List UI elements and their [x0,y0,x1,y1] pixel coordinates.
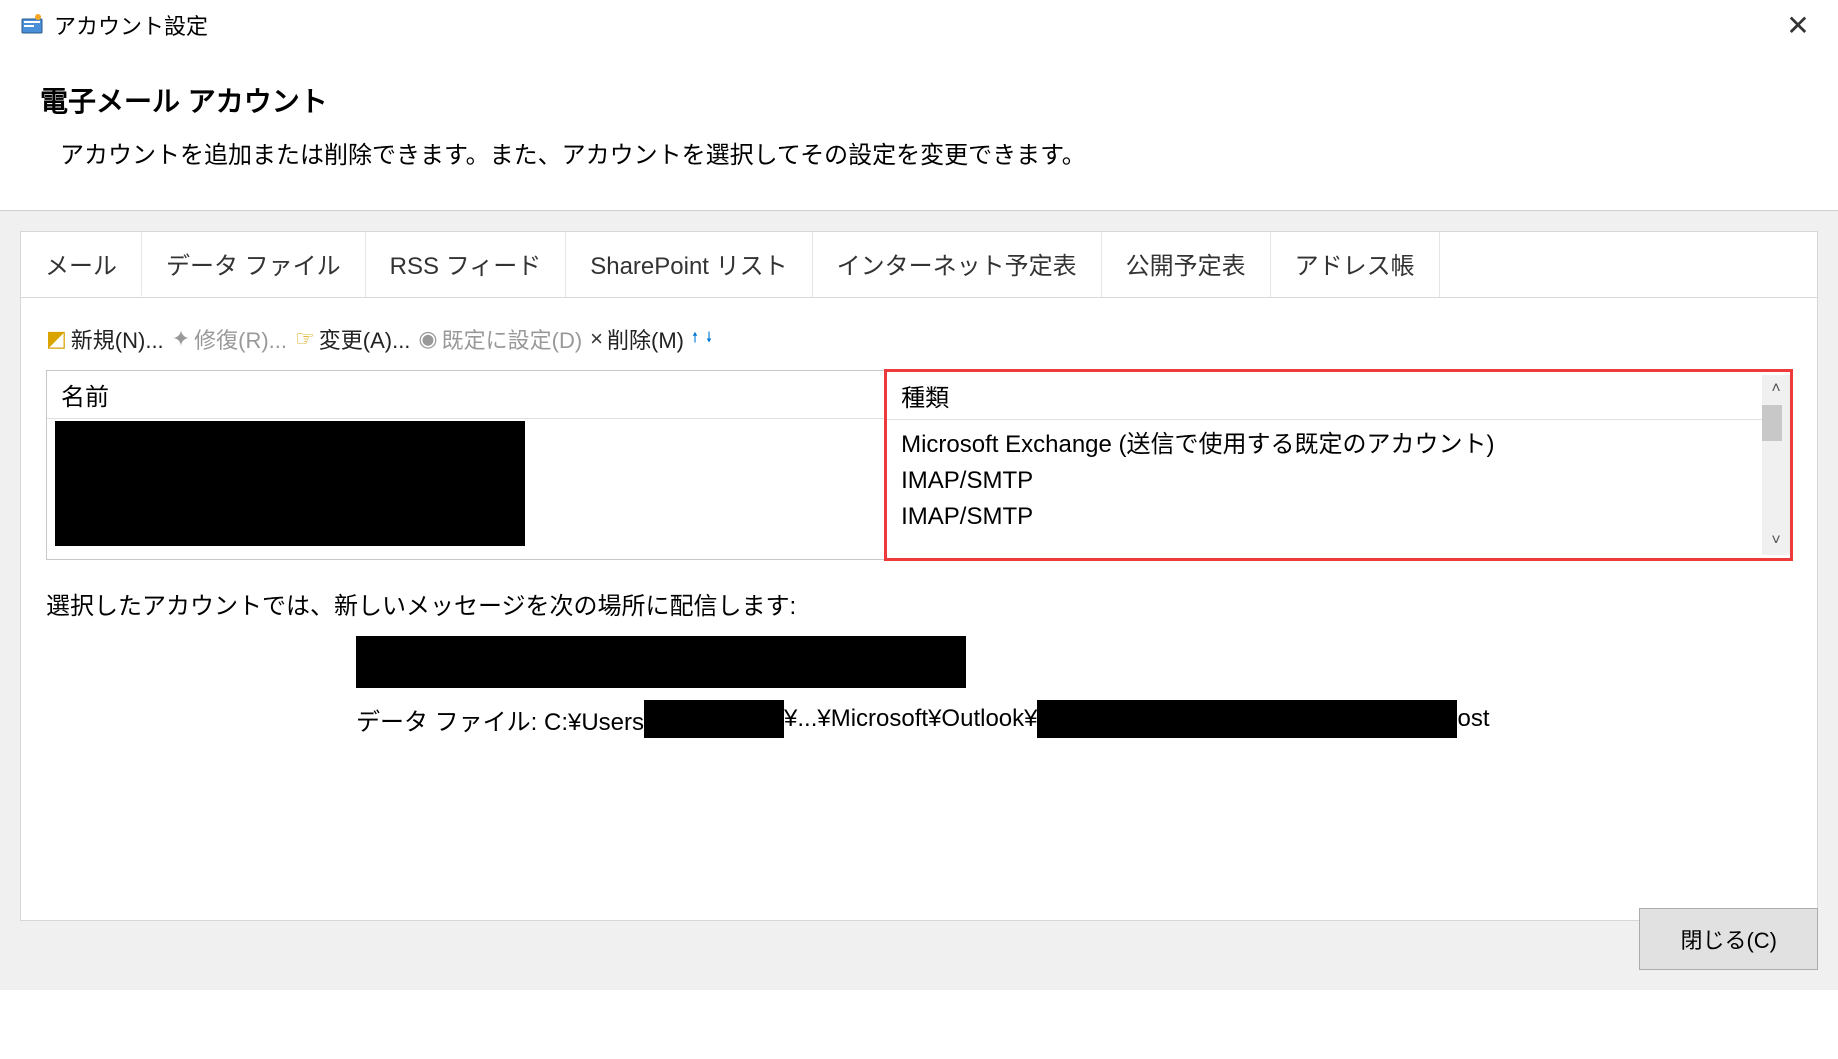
data-file-middle: ¥...¥Microsoft¥Outlook¥ [784,705,1037,733]
close-icon[interactable]: ✕ [1778,9,1818,42]
move-up-button[interactable]: 🠕 [692,327,698,351]
tab-internet-calendar[interactable]: インターネット予定表 [813,232,1102,297]
tab-sharepoint[interactable]: SharePoint リスト [566,232,812,297]
arrow-up-icon: 🠕 [692,327,698,351]
tab-mail[interactable]: メール [21,232,142,297]
data-file-prefix: データ ファイル: C:¥Users [356,702,644,737]
delete-button[interactable]: × 削除(M) [590,323,684,355]
repair-icon: ✦ [172,326,190,352]
main-panel: メール データ ファイル RSS フィード SharePoint リスト インタ… [0,210,1838,990]
set-default-label: 既定に設定(D) [442,323,583,355]
table-row[interactable]: Microsoft Exchange (送信で使用する既定のアカウント) [887,420,1790,463]
name-column-header[interactable]: 名前 [47,371,884,419]
repair-button[interactable]: ✦ 修復(R)... [172,323,287,355]
scrollbar[interactable]: ˄ ˅ [1762,375,1790,555]
tabs: メール データ ファイル RSS フィード SharePoint リスト インタ… [21,232,1817,298]
window-title: アカウント設定 [54,9,1778,41]
table-row[interactable]: IMAP/SMTP [887,463,1790,499]
table-row[interactable]: IMAP/SMTP [887,499,1790,535]
toolbar: ◩ 新規(N)... ✦ 修復(R)... ☞ 変更(A)... ◉ 既定に設定… [46,323,1792,355]
type-column-header[interactable]: 種類 [887,372,1790,420]
close-button[interactable]: 閉じる(C) [1639,908,1818,970]
type-column-highlighted: 種類 Microsoft Exchange (送信で使用する既定のアカウント) … [884,369,1793,561]
name-column: 名前 [47,371,884,559]
titlebar: アカウント設定 ✕ [0,0,1838,50]
set-default-button[interactable]: ◉ 既定に設定(D) [418,323,582,355]
new-label: 新規(N)... [71,323,164,355]
footer: 閉じる(C) [1639,908,1818,970]
redacted-user [644,700,784,738]
app-icon [20,13,44,37]
scroll-thumb[interactable] [1762,405,1782,441]
delivery-label: 選択したアカウントでは、新しいメッセージを次の場所に配信します: [46,588,806,626]
account-table: 名前 種類 Microsoft Exchange (送信で使用する既定のアカウン… [46,370,1792,560]
delivery-info: データ ファイル: C:¥Users ¥...¥Microsoft¥Outloo… [356,636,1792,738]
header-section: 電子メール アカウント アカウントを追加または削除できます。また、アカウントを選… [0,50,1838,210]
scroll-down-icon[interactable]: ˅ [1762,527,1790,555]
header-description: アカウントを追加または削除できます。また、アカウントを選択してその設定を変更でき… [60,135,1798,170]
default-icon: ◉ [418,326,437,352]
move-down-button[interactable]: 🠗 [706,327,712,351]
arrow-down-icon: 🠗 [706,327,712,351]
edit-icon: ☞ [295,326,315,352]
redacted-account-names[interactable] [55,421,525,546]
tab-rss[interactable]: RSS フィード [366,232,567,297]
change-label: 変更(A)... [319,323,411,355]
delete-icon: × [590,326,603,352]
redacted-mailbox [356,636,966,688]
data-file-line: データ ファイル: C:¥Users ¥...¥Microsoft¥Outloo… [356,700,1792,738]
change-button[interactable]: ☞ 変更(A)... [295,323,410,355]
header-title: 電子メール アカウント [40,80,1798,120]
new-button[interactable]: ◩ 新規(N)... [46,323,164,355]
tab-published-calendar[interactable]: 公開予定表 [1102,232,1271,297]
scroll-up-icon[interactable]: ˄ [1762,375,1790,403]
tab-content: ◩ 新規(N)... ✦ 修復(R)... ☞ 変更(A)... ◉ 既定に設定… [21,298,1817,758]
tab-data-files[interactable]: データ ファイル [142,232,366,297]
tab-container: メール データ ファイル RSS フィード SharePoint リスト インタ… [20,231,1818,921]
repair-label: 修復(R)... [194,323,287,355]
redacted-filename [1037,700,1457,738]
tab-address-book[interactable]: アドレス帳 [1271,232,1440,297]
new-icon: ◩ [46,326,67,352]
delete-label: 削除(M) [607,323,684,355]
delivery-section: 選択したアカウントでは、新しいメッセージを次の場所に配信します: データ ファイ… [46,588,1792,738]
data-file-suffix: ost [1457,705,1489,733]
